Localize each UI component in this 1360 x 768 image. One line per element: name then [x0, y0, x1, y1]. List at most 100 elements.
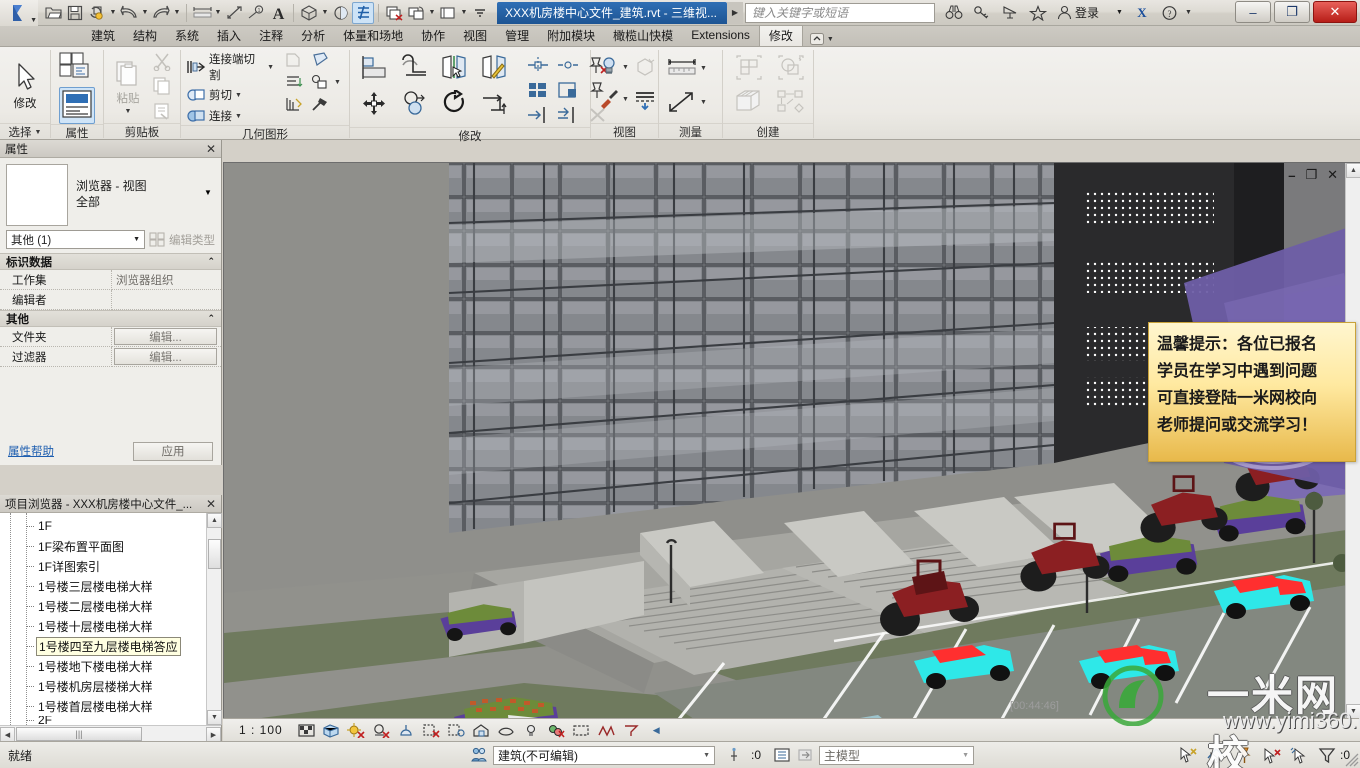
create-assembly-icon[interactable] [775, 88, 807, 116]
design-options-control[interactable]: :0 [729, 747, 761, 763]
promo-tooltip[interactable]: 温馨提示：各位已报名 学员在学习中遇到问题 可直接登陆一米网校向 老师提问或交流… [1148, 322, 1356, 462]
apply-button[interactable]: 应用 [133, 441, 213, 461]
split-element-icon[interactable] [523, 52, 553, 77]
tile-windows-caret-icon[interactable]: ▼ [459, 2, 469, 24]
ribbon-tab-manage[interactable]: 管理 [496, 25, 538, 46]
match-type-button[interactable] [149, 99, 175, 123]
view-maximize-button[interactable]: ❐ [1305, 167, 1317, 183]
folder-edit-button[interactable]: 编辑... [114, 328, 217, 345]
constraints-icon[interactable] [622, 721, 641, 740]
property-value-editor[interactable] [112, 290, 221, 310]
project-browser-tree[interactable]: 1F 1F梁布置平面图 1F详图索引 1号楼三层楼电梯大样 1号楼二层楼电梯大样… [0, 513, 221, 725]
editable-only-icon[interactable] [1178, 746, 1198, 764]
ribbon-tab-analyze[interactable]: 分析 [292, 25, 334, 46]
lock-3d-view-icon[interactable] [472, 721, 491, 740]
open-icon[interactable] [42, 2, 64, 24]
property-group-identity[interactable]: 标识数据 ⌃ [0, 253, 221, 270]
paste-button[interactable]: 粘贴 ▼ [109, 50, 147, 122]
ribbon-tab-view[interactable]: 视图 [454, 25, 496, 46]
redo-icon[interactable] [150, 2, 172, 24]
show-crop-region-icon[interactable] [447, 721, 466, 740]
mirror-pick-axis-icon[interactable] [435, 50, 475, 86]
cut-geometry-caret-icon[interactable]: ▼ [267, 64, 274, 71]
analytical-model-icon[interactable] [597, 721, 616, 740]
thin-lines-icon[interactable] [352, 1, 374, 24]
search-input[interactable]: 键入关键字或短语 [745, 2, 935, 23]
paint-brush-icon[interactable] [596, 87, 622, 111]
offset-icon[interactable] [395, 50, 435, 86]
measure-between-caret-icon[interactable]: ▼ [700, 99, 710, 106]
close-hidden-windows-icon[interactable] [383, 2, 405, 24]
trim-multiple-icon[interactable] [553, 102, 583, 127]
switch-windows-icon[interactable] [405, 2, 427, 24]
tag-icon[interactable]: 1 [245, 2, 267, 24]
h-scroll-thumb[interactable]: ||| [16, 727, 142, 741]
ribbon-tab-insert[interactable]: 插入 [208, 25, 250, 46]
scale-icon[interactable] [553, 77, 583, 102]
sign-in-button[interactable]: 登录 ▼ [1053, 4, 1127, 21]
property-row-filter[interactable]: 过滤器 编辑... [0, 347, 221, 367]
paint-brush-caret-icon[interactable]: ▼ [622, 96, 632, 103]
sync-caret-icon[interactable]: ▼ [108, 2, 118, 24]
help-caret-icon[interactable]: ▼ [1185, 9, 1192, 16]
join-caret-icon[interactable]: ▼ [235, 113, 242, 120]
tree-item-2f[interactable]: 2F [0, 716, 221, 724]
expand-bar-icon[interactable]: ◀ [647, 721, 666, 740]
chevron-down-icon-model[interactable]: ▼ [962, 752, 969, 759]
cut-caret-icon[interactable]: ▼ [235, 92, 242, 99]
demolish-icon[interactable] [282, 51, 306, 69]
hammer-icon[interactable] [308, 95, 332, 113]
join-button[interactable]: 连接 ▼ [186, 107, 274, 125]
property-group-other[interactable]: 其他 ⌃ [0, 310, 221, 327]
visual-style-icon[interactable] [322, 721, 341, 740]
cut-button-2[interactable]: 剪切 ▼ [186, 86, 274, 104]
create-part-icon[interactable] [733, 88, 765, 116]
properties-help-link[interactable]: 属性帮助 [8, 443, 54, 459]
main-model-combo[interactable]: 主模型 ▼ [819, 745, 975, 765]
paste-caret-icon[interactable]: ▼ [125, 108, 132, 115]
communication-center-icon[interactable] [997, 2, 1023, 24]
collapse-chevron-icon[interactable]: ⌃ [207, 256, 215, 267]
dimension-icon[interactable] [223, 2, 245, 24]
ribbon-tab-collaborate[interactable]: 协作 [412, 25, 454, 46]
ribbon-minimize-control[interactable]: ▼ [809, 32, 834, 46]
measure-icon[interactable] [191, 2, 213, 24]
view-minimize-button[interactable]: – [1288, 168, 1295, 183]
create-group-icon[interactable] [775, 54, 807, 82]
trim-extend-icon[interactable] [475, 86, 515, 122]
measure-caret-icon[interactable]: ▼ [213, 2, 223, 24]
measure-between-icon[interactable] [664, 89, 700, 115]
save-icon[interactable] [64, 2, 86, 24]
select-panel-caret-icon[interactable]: ▼ [35, 129, 42, 136]
maximize-button[interactable]: ❐ [1274, 1, 1310, 23]
split-face-icon[interactable] [282, 73, 306, 91]
crop-view-off-icon[interactable] [422, 721, 441, 740]
align-icon[interactable] [355, 50, 395, 86]
rotate-icon[interactable] [435, 86, 475, 122]
tree-item-1f-beam-plan[interactable]: 1F梁布置平面图 [0, 536, 221, 556]
properties-type-selector[interactable]: 浏览器 - 视图 全部 ▼ [0, 158, 221, 230]
close-icon-browser[interactable]: ✕ [206, 497, 216, 511]
tree-item-b1-basement-elevator[interactable]: 1号楼地下楼电梯大样 [0, 656, 221, 676]
property-row-editor[interactable]: 编辑者 [0, 290, 221, 310]
scroll-up-arrow-icon[interactable]: ▲ [207, 513, 222, 528]
edit-type-button[interactable]: 编辑类型 [149, 232, 215, 248]
workset-control[interactable]: 建筑(不可编辑) ▼ [470, 745, 715, 765]
undo-caret-icon[interactable]: ▼ [140, 2, 150, 24]
instance-selector-combo[interactable]: 其他 (1) ▼ [6, 230, 145, 249]
cut-button[interactable] [149, 49, 175, 73]
ribbon-tab-annotate[interactable]: 注释 [250, 25, 292, 46]
ribbon-tab-ganlanshan[interactable]: 橄榄山快模 [604, 25, 682, 46]
autodesk-exchange-icon[interactable]: X [1129, 2, 1155, 24]
tree-item-b1-machine-room-stair[interactable]: 1号楼机房层楼梯大样 [0, 676, 221, 696]
scroll-thumb[interactable] [208, 539, 221, 569]
collapse-chevron-icon-2[interactable]: ⌃ [207, 313, 215, 324]
wall-joins-icon[interactable] [308, 73, 332, 91]
view-close-button[interactable]: ✕ [1327, 167, 1338, 183]
chevron-down-icon-workset[interactable]: ▼ [703, 752, 710, 759]
undo-icon[interactable] [118, 2, 140, 24]
tree-item-1f-detail-index[interactable]: 1F详图索引 [0, 556, 221, 576]
shadows-off-icon[interactable] [372, 721, 391, 740]
detail-level-icon[interactable] [297, 721, 316, 740]
browser-horizontal-scrollbar[interactable]: ◀ ||| ▶ [0, 725, 221, 742]
